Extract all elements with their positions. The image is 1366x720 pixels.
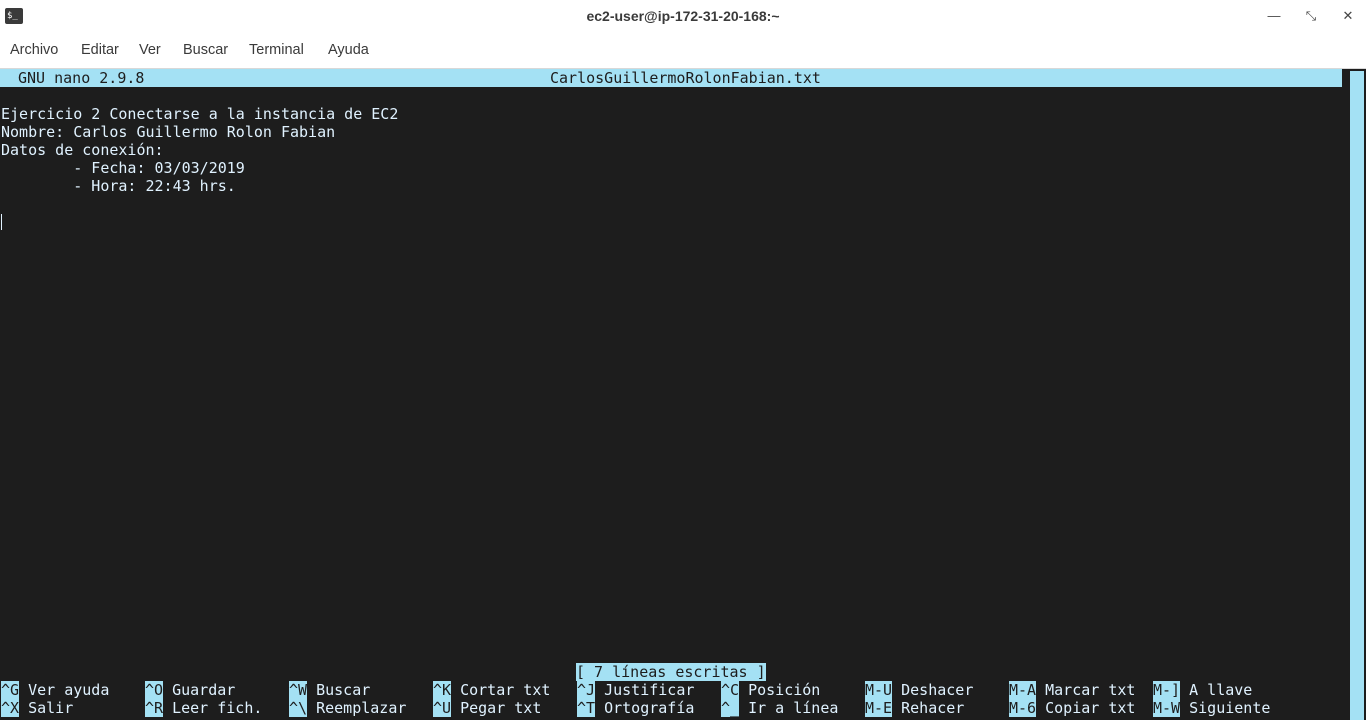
- shortcut-guardar[interactable]: ^O Guardar: [145, 681, 235, 699]
- menu-ver[interactable]: Ver: [139, 42, 161, 58]
- shortcut-key: ^T: [577, 699, 596, 717]
- shortcut-label: Deshacer: [901, 681, 974, 699]
- shortcut-key: ^R: [145, 699, 164, 717]
- status-message: [ 7 líneas escritas ]: [576, 663, 766, 681]
- shortcut-reemplazar[interactable]: ^\ Reemplazar: [289, 699, 406, 717]
- shortcut-label: Pegar txt: [460, 699, 542, 717]
- shortcut-rehacer[interactable]: M-E Rehacer: [865, 699, 964, 717]
- text-cursor: [1, 214, 2, 230]
- shortcut-key: M-W: [1153, 699, 1181, 717]
- shortcut-key: M-E: [865, 699, 893, 717]
- shortcut-key: M-U: [865, 681, 893, 699]
- shortcut-label: Cortar txt: [460, 681, 551, 699]
- shortcut-leer-fich[interactable]: ^R Leer fich.: [145, 699, 262, 717]
- menu-buscar[interactable]: Buscar: [183, 42, 228, 58]
- editor-line: Datos de conexión:: [1, 141, 164, 159]
- menu-ayuda[interactable]: Ayuda: [328, 42, 369, 58]
- shortcut-label: Ver ayuda: [28, 681, 110, 699]
- shortcut-label: Siguiente: [1189, 699, 1271, 717]
- shortcut-label: Copiar txt: [1045, 699, 1136, 717]
- menu-terminal[interactable]: Terminal: [249, 42, 304, 58]
- shortcut-pegar-txt[interactable]: ^U Pegar txt: [433, 699, 541, 717]
- shortcut-label: Justificar: [604, 681, 695, 699]
- shortcut-marcar-txt[interactable]: M-A Marcar txt: [1009, 681, 1135, 699]
- shortcut-key: ^_: [721, 699, 740, 717]
- window-title: ec2-user@ip-172-31-20-168:~: [586, 8, 780, 24]
- shortcut-label: Buscar: [316, 681, 371, 699]
- shortcut-deshacer[interactable]: M-U Deshacer: [865, 681, 973, 699]
- shortcut-key: ^K: [433, 681, 452, 699]
- shortcut-cortar-txt[interactable]: ^K Cortar txt: [433, 681, 550, 699]
- shortcut-key: ^G: [1, 681, 20, 699]
- shortcut-ir-a-linea[interactable]: ^_ Ir a línea: [721, 699, 838, 717]
- shortcut-key: ^C: [721, 681, 740, 699]
- shortcut-label: Guardar: [172, 681, 236, 699]
- shortcut-label: Reemplazar: [316, 699, 407, 717]
- title-bar[interactable]: $_ ec2-user@ip-172-31-20-168:~ — ⤡ ✕: [0, 0, 1366, 33]
- editor-line: Ejercicio 2 Conectarse a la instancia de…: [1, 105, 399, 123]
- shortcut-a-llave[interactable]: M-] A llave: [1153, 681, 1252, 699]
- scrollbar[interactable]: [1350, 71, 1364, 720]
- menu-bar: Archivo Editar Ver Buscar Terminal Ayuda: [0, 33, 1366, 69]
- shortcut-label: Ortografía: [604, 699, 695, 717]
- shortcut-label: Leer fich.: [172, 699, 263, 717]
- shortcut-key: M-6: [1009, 699, 1037, 717]
- minimize-icon[interactable]: —: [1264, 6, 1284, 26]
- shortcut-label: Marcar txt: [1045, 681, 1136, 699]
- shortcut-key: ^X: [1, 699, 20, 717]
- menu-editar[interactable]: Editar: [81, 42, 119, 58]
- shortcut-key: M-]: [1153, 681, 1181, 699]
- shortcut-label: Ir a línea: [748, 699, 839, 717]
- shortcut-buscar[interactable]: ^W Buscar: [289, 681, 370, 699]
- shortcut-key: ^U: [433, 699, 452, 717]
- shortcut-ortografia[interactable]: ^T Ortografía: [577, 699, 694, 717]
- shortcut-label: Posición: [748, 681, 821, 699]
- shortcut-salir[interactable]: ^X Salir: [1, 699, 73, 717]
- shortcut-key: ^J: [577, 681, 596, 699]
- shortcut-key: M-A: [1009, 681, 1037, 699]
- shortcut-copiar-txt[interactable]: M-6 Copiar txt: [1009, 699, 1135, 717]
- editor-line: Nombre: Carlos Guillermo Rolon Fabian: [1, 123, 336, 141]
- maximize-icon[interactable]: ⤡: [1301, 6, 1321, 26]
- shortcut-ver-ayuda[interactable]: ^G Ver ayuda: [1, 681, 109, 699]
- shortcut-label: Salir: [28, 699, 74, 717]
- nano-header-bar: GNU nano 2.9.8 CarlosGuillermoRolonFabia…: [0, 69, 1342, 87]
- nano-version: GNU nano 2.9.8: [18, 69, 145, 87]
- shortcut-siguiente[interactable]: M-W Siguiente: [1153, 699, 1270, 717]
- editor-line: - Fecha: 03/03/2019: [1, 159, 245, 177]
- shortcut-key: ^O: [145, 681, 164, 699]
- nano-filename: CarlosGuillermoRolonFabian.txt: [550, 69, 821, 87]
- shortcut-key: ^\: [289, 699, 308, 717]
- shortcut-label: A llave: [1189, 681, 1253, 699]
- terminal-area[interactable]: GNU nano 2.9.8 CarlosGuillermoRolonFabia…: [0, 69, 1366, 720]
- shortcut-justificar[interactable]: ^J Justificar: [577, 681, 694, 699]
- shortcut-posicion[interactable]: ^C Posición: [721, 681, 820, 699]
- shortcut-label: Rehacer: [901, 699, 965, 717]
- menu-archivo[interactable]: Archivo: [10, 42, 58, 58]
- editor-line: - Hora: 22:43 hrs.: [1, 177, 236, 195]
- close-icon[interactable]: ✕: [1338, 6, 1358, 26]
- shortcut-key: ^W: [289, 681, 308, 699]
